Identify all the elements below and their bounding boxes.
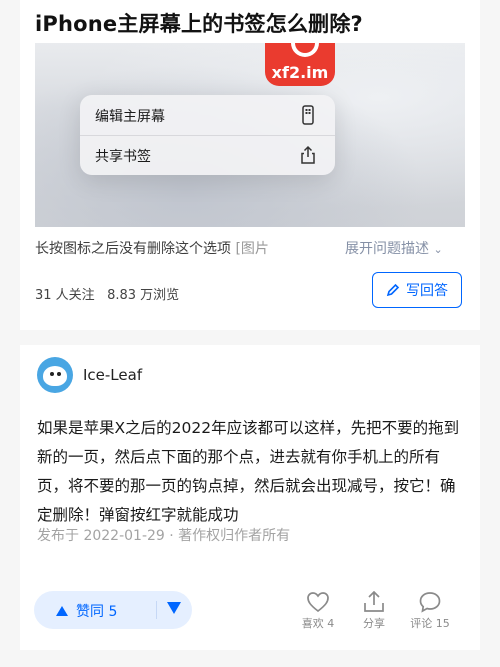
share-label: 分享 (363, 617, 385, 630)
answer-card: Ice-Leaf 如果是苹果X之后的2022年应该都可以这样，先把不要的拖到新的… (20, 345, 480, 650)
expand-description-button[interactable]: 展开问题描述 ⌄ (345, 238, 443, 258)
pencil-icon (386, 283, 400, 297)
share-icon (301, 145, 315, 164)
image-placeholder-text: [图片 (235, 241, 269, 257)
question-title[interactable]: iPhone主屏幕上的书签怎么删除? (35, 8, 363, 38)
like-action[interactable]: 喜欢 4 (298, 591, 338, 631)
triangle-up-icon (56, 606, 68, 616)
comment-action[interactable]: 评论 15 (410, 591, 450, 631)
vote-button-group: 赞同 5 (34, 591, 192, 629)
like-label: 喜欢 4 (301, 617, 335, 630)
question-description-text: 长按图标之后没有删除这个选项 (35, 241, 231, 257)
context-menu-label: 共享书签 (95, 149, 151, 165)
avatar-face (43, 366, 67, 386)
share-action[interactable]: 分享 (354, 591, 394, 631)
avatar-eye (50, 372, 54, 376)
app-icon-label: xf2.im (271, 63, 329, 82)
upvote-label: 赞同 5 (76, 604, 118, 620)
comment-label: 评论 15 (410, 617, 450, 630)
avatar[interactable] (37, 357, 73, 393)
avatar-eye (57, 372, 61, 376)
downvote-button[interactable] (167, 600, 181, 618)
triangle-down-icon (167, 602, 181, 614)
author-name[interactable]: Ice-Leaf (83, 366, 142, 384)
heart-icon (307, 592, 329, 613)
context-menu: 编辑主屏幕 共享书签 (80, 95, 335, 175)
answer-meta: 发布于 2022-01-29 · 著作权归作者所有 (37, 528, 291, 544)
app-logo-icon (291, 43, 319, 57)
question-card: iPhone主屏幕上的书签怎么删除? xf2.im 编辑主屏幕 共享书签 长按图… (20, 0, 480, 330)
context-menu-item-edit-home: 编辑主屏幕 (80, 95, 335, 136)
share-icon (364, 591, 384, 612)
write-answer-label: 写回答 (406, 283, 448, 299)
comment-icon (419, 592, 441, 613)
phone-icon (302, 105, 314, 125)
context-menu-label: 编辑主屏幕 (95, 109, 165, 125)
write-answer-button[interactable]: 写回答 (372, 272, 462, 308)
vote-divider (156, 601, 157, 619)
answer-content: 如果是苹果X之后的2022年应该都可以这样，先把不要的拖到新的一页，然后点下面的… (37, 419, 460, 524)
context-menu-item-share-bookmark: 共享书签 (80, 135, 335, 175)
question-image[interactable]: xf2.im 编辑主屏幕 共享书签 (35, 43, 465, 227)
expand-label: 展开问题描述 (345, 241, 429, 257)
question-description[interactable]: 长按图标之后没有删除这个选项 [图片 (35, 238, 330, 258)
upvote-button[interactable]: 赞同 5 (56, 601, 117, 621)
app-icon: xf2.im (265, 43, 335, 86)
question-stats: 31 人关注 8.83 万浏览 (35, 288, 180, 303)
chevron-down-icon: ⌄ (433, 243, 443, 256)
